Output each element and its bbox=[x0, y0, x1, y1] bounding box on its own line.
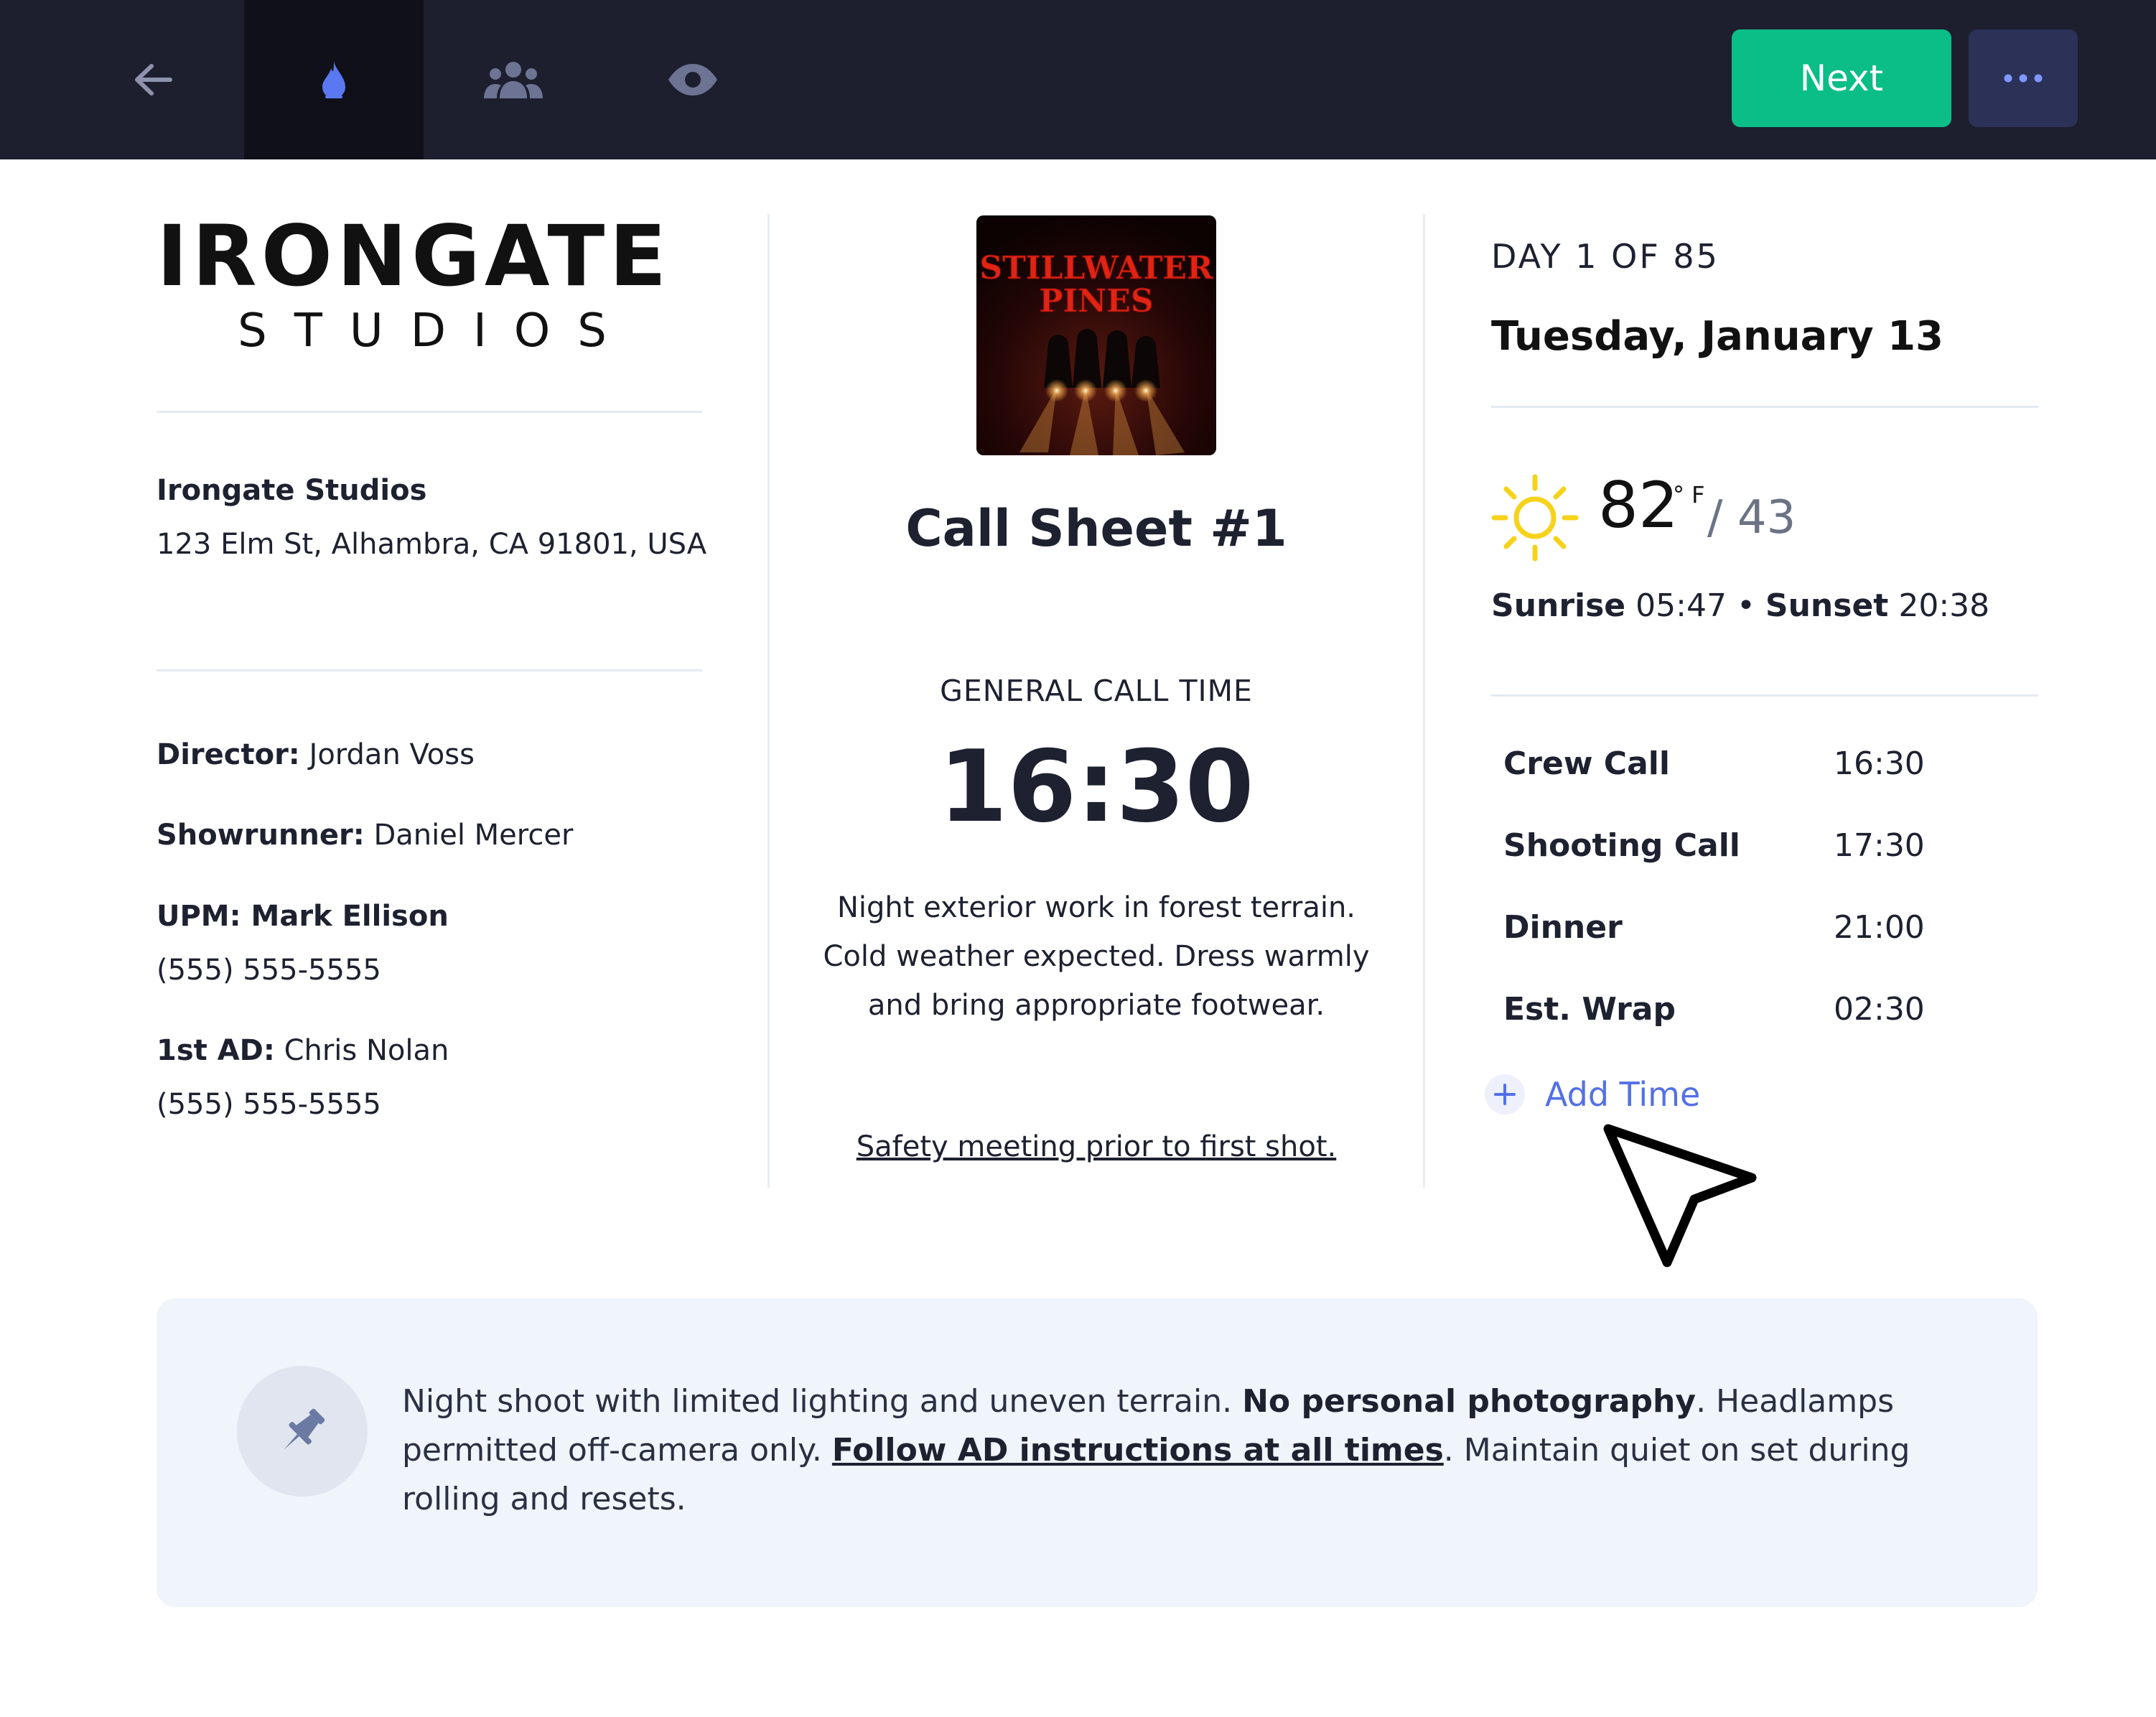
showrunner-row: Showrunner: Daniel Mercer bbox=[157, 819, 573, 852]
crew-icon bbox=[484, 62, 543, 98]
fire-drop-icon bbox=[322, 61, 345, 98]
upm-phone: (555) 555-5555 bbox=[157, 954, 381, 987]
more-dots-icon bbox=[2004, 74, 2043, 83]
safety-meeting-link[interactable]: Safety meeting prior to first shot. bbox=[768, 1130, 1424, 1163]
schedule-row: Dinner 21:00 bbox=[1503, 909, 1949, 946]
mouse-cursor-icon bbox=[1603, 1124, 1757, 1267]
general-call-label: GENERAL CALL TIME bbox=[940, 674, 1253, 708]
upm-phone-number: (555) 555-5555 bbox=[157, 954, 381, 987]
temp-low: / 43 bbox=[1707, 491, 1796, 544]
tab-crew[interactable] bbox=[424, 0, 603, 159]
schedule-label: Shooting Call bbox=[1503, 827, 1740, 864]
ad-name: Chris Nolan bbox=[284, 1034, 449, 1067]
pin-icon bbox=[284, 1408, 325, 1450]
eye-icon bbox=[668, 64, 717, 96]
director-name: Jordan Voss bbox=[309, 738, 475, 771]
company-name: Irongate Studios bbox=[157, 474, 427, 507]
sun-icon bbox=[1491, 474, 1579, 562]
sunrise-time: 05:47 bbox=[1635, 587, 1727, 624]
ad-instructions-link[interactable]: Follow AD instructions at all times bbox=[832, 1432, 1444, 1469]
temp-high: 82 bbox=[1598, 468, 1679, 542]
divider bbox=[1491, 694, 2038, 697]
more-options-button[interactable] bbox=[1969, 29, 2078, 127]
call-note: Night exterior work in forest terrain. C… bbox=[823, 891, 1370, 1022]
divider bbox=[1491, 406, 2038, 408]
logo-main-text: IRONGATE bbox=[157, 207, 671, 305]
sunset-time: 20:38 bbox=[1898, 587, 1990, 624]
showrunner-label: Showrunner: bbox=[157, 819, 365, 852]
schedule-label: Dinner bbox=[1503, 909, 1623, 946]
upm-label: UPM: Mark Ellison bbox=[157, 900, 449, 933]
poster-art: STILLWATER PINES bbox=[976, 215, 1216, 455]
schedule-label: Est. Wrap bbox=[1503, 991, 1676, 1028]
poster-title-line1: STILLWATER bbox=[979, 250, 1213, 287]
pin-badge bbox=[237, 1366, 368, 1497]
tab-preview[interactable] bbox=[603, 0, 783, 159]
general-call-time: 16:30 bbox=[938, 729, 1254, 844]
notes-part1: Night shoot with limited lighting and un… bbox=[402, 1383, 1243, 1420]
back-arrow-icon bbox=[135, 64, 172, 96]
schedule-time: 16:30 bbox=[1834, 745, 1925, 782]
day-count: DAY 1 OF 85 bbox=[1491, 237, 1719, 276]
director-row: Director: Jordan Voss bbox=[157, 738, 475, 771]
divider bbox=[157, 669, 702, 671]
schedule-time: 17:30 bbox=[1834, 827, 1925, 864]
add-time-label: Add Time bbox=[1545, 1075, 1701, 1114]
divider bbox=[157, 411, 702, 413]
schedule-label: Crew Call bbox=[1503, 745, 1670, 782]
temp-unit: ° F bbox=[1673, 481, 1705, 508]
tab-call-sheet[interactable] bbox=[244, 0, 424, 159]
call-sheet-title: Call Sheet #1 bbox=[905, 499, 1287, 558]
showrunner-name: Daniel Mercer bbox=[373, 819, 574, 852]
show-poster: STILLWATER PINES bbox=[976, 215, 1216, 455]
add-time-button[interactable]: Add Time bbox=[1485, 1074, 1700, 1115]
schedule-row: Shooting Call 17:30 bbox=[1503, 827, 1949, 864]
sun-times: Sunrise 05:47 • Sunset 20:38 bbox=[1491, 587, 1989, 624]
logo-sub-text: STUDIOS bbox=[238, 304, 634, 358]
notes-text: Night shoot with limited lighting and un… bbox=[402, 1377, 1982, 1524]
ad-phone: (555) 555-5555 bbox=[157, 1088, 381, 1121]
company-address: 123 Elm St, Alhambra, CA 91801, USA bbox=[157, 528, 707, 561]
ad-row: 1st AD: Chris Nolan bbox=[157, 1034, 449, 1067]
notes-emphasis: No personal photography bbox=[1242, 1383, 1697, 1420]
upm-row: UPM: Mark Ellison bbox=[157, 900, 449, 933]
plus-icon bbox=[1485, 1074, 1525, 1115]
safety-notes-panel: Night shoot with limited lighting and un… bbox=[157, 1298, 2038, 1607]
poster-title-line2: PINES bbox=[1039, 283, 1153, 320]
shoot-date: Tuesday, January 13 bbox=[1491, 313, 1943, 360]
sunset-label: Sunset bbox=[1765, 587, 1889, 624]
director-label: Director: bbox=[157, 738, 300, 771]
ad-label: 1st AD: bbox=[157, 1034, 275, 1067]
next-button[interactable]: Next bbox=[1732, 29, 1951, 127]
sunrise-label: Sunrise bbox=[1491, 587, 1626, 624]
top-toolbar: Next bbox=[0, 0, 2156, 159]
sun-separator: • bbox=[1736, 587, 1755, 624]
studio-logo: IRONGATE STUDIOS bbox=[157, 214, 688, 354]
schedule-row: Crew Call 16:30 bbox=[1503, 745, 1949, 782]
schedule-time: 02:30 bbox=[1834, 991, 1925, 1028]
schedule-time: 21:00 bbox=[1834, 909, 1925, 946]
schedule-row: Est. Wrap 02:30 bbox=[1503, 991, 1949, 1028]
ad-phone-number: (555) 555-5555 bbox=[157, 1088, 381, 1121]
back-button[interactable] bbox=[63, 0, 243, 159]
